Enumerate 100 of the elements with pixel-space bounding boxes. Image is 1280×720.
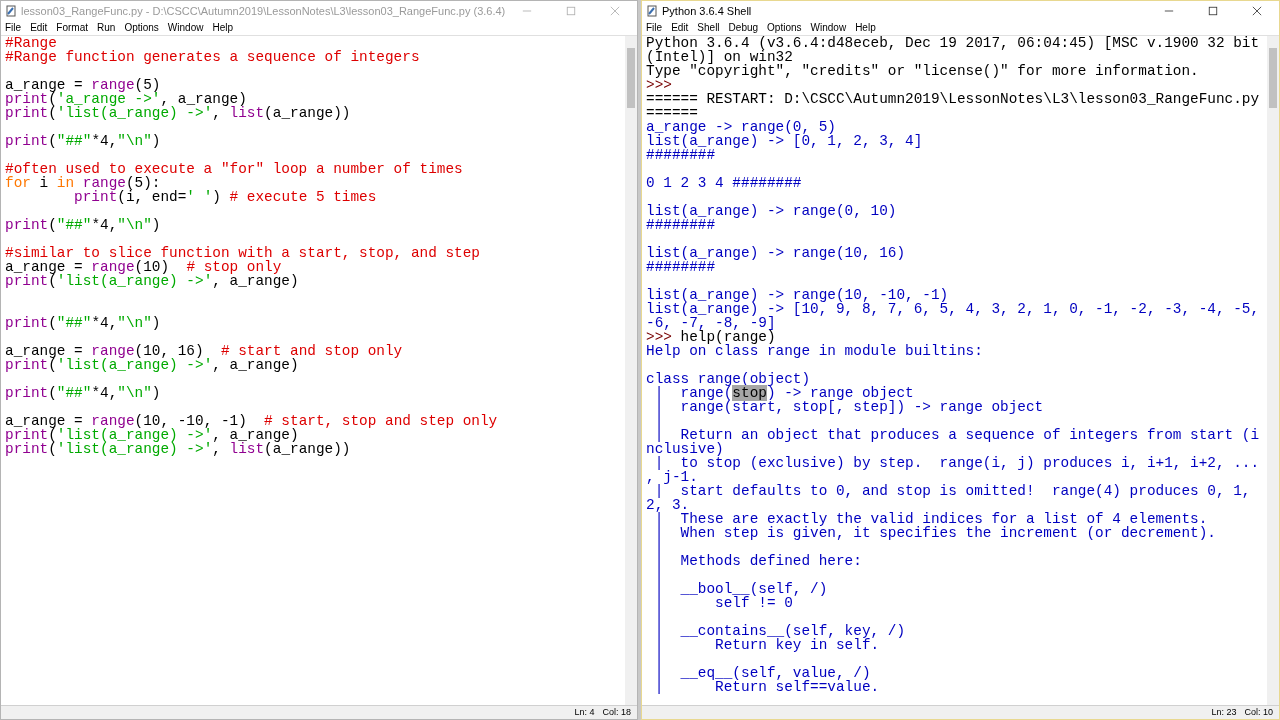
code-text: ) [151,217,161,233]
code-text: stop [732,385,767,401]
code-text: ( [48,217,57,233]
scrollbar[interactable] [1267,36,1279,705]
code-text: | Return key in self. [653,637,880,653]
menu-item[interactable]: Edit [30,22,48,34]
code-text: ######## [646,259,716,275]
code-text: a_range = [5,343,83,359]
code-text: ( [48,273,57,289]
menu-item[interactable]: Window [810,22,847,34]
app-icon [646,5,658,17]
status-text: Col: 10 [1244,705,1273,719]
code-text: ) [151,315,161,331]
code-text: 'list(a_range) ->' [56,427,213,443]
menu-item[interactable]: Window [167,22,204,34]
status-text: Col: 18 [602,705,631,719]
code-text: i [38,175,50,191]
scrollbar[interactable] [625,36,637,705]
code-text: in [56,175,75,191]
code-text: # execute 5 times [229,189,377,205]
code-text: | __contains__(self, key, /) [653,623,906,639]
code-text: a_range = [5,413,83,429]
code-text: (a_range)) [264,105,351,121]
code-text: (a_range)) [264,441,351,457]
code-text: >>> [646,77,672,93]
code-text: "##" [56,385,92,401]
menu-item[interactable]: Options [124,22,159,34]
code-text: "\n" [117,133,152,149]
code-text: | Return an object that produces a sequence of integers from start (i [654,427,1260,443]
maximize-icon[interactable] [1208,6,1218,16]
code-text: ====== RESTART: D:\CSCC\Autumn2019\LessonNotes\L3\lesson03_RangeFunc.py [646,91,1260,107]
code-text: 0 1 2 3 4 ######## [646,175,802,191]
status-text: Ln: 4 [574,705,595,719]
code-text: a_range -> range(0, 5) [646,119,836,135]
code-text: (10, 16) [134,343,204,359]
code-text: , a_range) [212,273,299,289]
code-text: print [5,133,49,149]
code-text: ====== [646,105,698,121]
code-text: print [5,315,49,331]
code-text: | When step is given, it specifies the increment (or decrement). [653,525,1216,541]
code-text: help(range) [680,329,776,345]
code-text: ) [151,133,161,149]
code-text: "\n" [117,217,152,233]
code-text: | [653,651,664,667]
menu-item[interactable]: Edit [671,22,689,34]
menu-item[interactable]: File [5,22,22,34]
menu-item[interactable]: Help [855,22,876,34]
menu-item[interactable]: Options [767,22,802,34]
code-text: 'list(a_range) ->' [56,273,213,289]
code-text: , a_range) [212,427,299,443]
status-text: Ln: 23 [1211,705,1237,719]
code-text: "\n" [117,385,152,401]
code-text: Python 3.6.4 (v3.6.4:d48eceb, Dec 19 2017, 06:04:45) [MSC v.1900 32 bit [646,36,1260,51]
code-text: | range( [653,385,733,401]
code-text: "##" [56,217,92,233]
code-text: ( [48,91,57,107]
code-text: *4, [91,217,118,233]
menu-item[interactable]: Format [56,22,89,34]
code-text: ' ' [186,189,213,205]
code-text: *4, [91,315,118,331]
code-text: , a_range) [212,357,299,373]
code-text: | __bool__(self, /) [653,581,828,597]
code-text: #often used to execute a "for" loop a number of times [5,161,463,177]
code-text: print [5,427,49,443]
code-text: print [5,105,49,121]
code-text: (5): [125,175,161,191]
code-text: | These are exactly the valid indices for a list of 4 elements. [654,511,1208,527]
code-text: class range(object) [646,371,811,387]
menu-item[interactable]: Debug [728,22,759,34]
code-text: range [91,343,135,359]
menu-item[interactable]: Shell [697,22,720,34]
code-text: list [229,441,265,457]
code-text: #similar to slice function with a start, stop, and step [5,245,480,261]
code-text: | [653,609,664,625]
code-text: | Methods defined here: [653,553,862,569]
code-text: list(a_range) -> range(10, 16) [646,245,906,261]
code-text: 'a_range ->' [56,91,161,107]
code-text: #Range [5,36,57,51]
code-text: (i, end= [117,189,187,205]
code-text: , j-1. [646,469,698,485]
code-text: ######## [646,147,716,163]
code-text: -6, -7, -8, -9] [646,315,776,331]
code-text: Type "copyright", "credits" or "license()" for more information. [646,63,1199,79]
code-text: list(a_range) -> [0, 1, 2, 3, 4] [646,133,923,149]
close-icon[interactable] [1252,6,1262,16]
code-text: ) [212,189,222,205]
code-text: list [229,105,265,121]
code-text: | [653,413,664,429]
code-text: ( [48,315,57,331]
code-text: # start and stop only [220,343,403,359]
code-text: 2, 3. [646,497,690,513]
menu-item[interactable]: File [646,22,663,34]
code-text: ) [151,385,161,401]
code-text: print [5,217,49,233]
code-text: ######## [646,217,716,233]
code-text: ( [48,105,57,121]
code-text: a_range = [5,77,83,93]
menu-item[interactable]: Run [97,22,116,34]
menu-item[interactable]: Help [212,22,233,34]
code-text: range [91,413,135,429]
